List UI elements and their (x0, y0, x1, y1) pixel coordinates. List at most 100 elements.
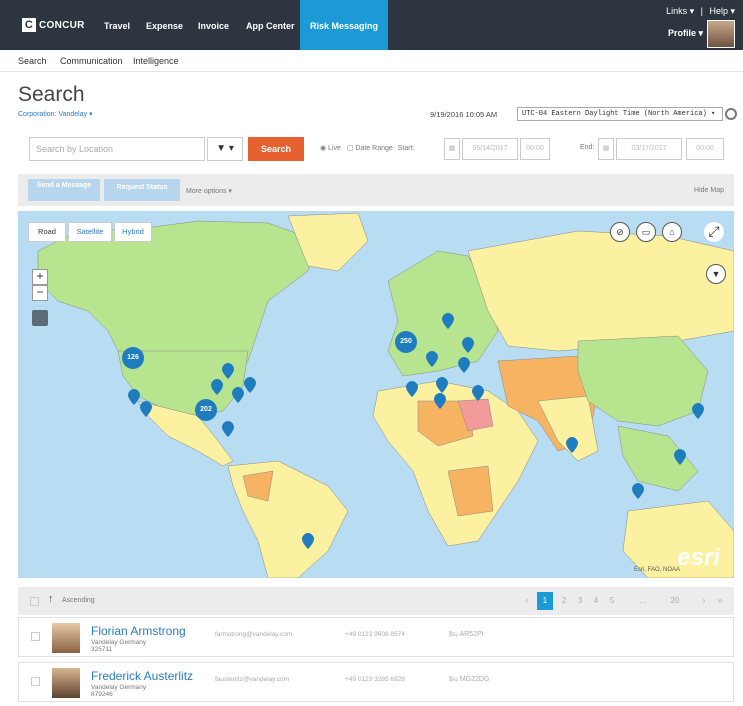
clear-select-icon[interactable]: ⌂ (662, 222, 682, 242)
user-avatar[interactable] (707, 20, 735, 48)
end-date-field[interactable]: 03/17/2017 (616, 138, 682, 160)
nav-app-center[interactable]: App Center (246, 0, 295, 50)
map-tab-road[interactable]: Road (28, 222, 66, 242)
nav-travel[interactable]: Travel (104, 0, 130, 50)
pagination-page[interactable]: 3 (573, 592, 587, 610)
location-pin-icon[interactable] (128, 389, 140, 405)
row-checkbox[interactable] (31, 677, 40, 686)
lasso-select-icon[interactable]: ⊘ (610, 222, 630, 242)
traveler-company: Vandelay Germany (91, 684, 147, 691)
end-label: End: (580, 144, 595, 151)
location-pin-icon[interactable] (566, 437, 578, 453)
traveler-company: Vandelay Germany (91, 639, 147, 646)
cluster-marker[interactable]: 250 (395, 331, 417, 353)
page-title: Search (18, 83, 85, 106)
live-radio[interactable]: ◉ Live (320, 145, 341, 152)
corporation-selector[interactable]: Corporation: Vandelay ▾ (18, 110, 93, 118)
home-icon[interactable] (32, 310, 48, 326)
traveler-email[interactable]: farmstrong@vandelay.com (215, 631, 292, 638)
traveler-email[interactable]: fausterlitz@vandelay.com (215, 676, 289, 683)
table-row[interactable]: Frederick Austerlitz Vandelay Germany 87… (18, 662, 734, 702)
location-pin-icon[interactable] (140, 401, 152, 417)
location-pin-icon[interactable] (692, 403, 704, 419)
cluster-marker[interactable]: 202 (195, 399, 217, 421)
rectangle-select-icon[interactable]: ▭ (636, 222, 656, 242)
more-options-dropdown[interactable]: More options ▾ (186, 187, 232, 195)
pagination-page[interactable]: 2 (557, 592, 571, 610)
location-pin-icon[interactable] (211, 379, 223, 395)
refresh-icon[interactable] (725, 108, 737, 120)
traveler-phone: +49 0123 9608 8574 (345, 631, 405, 638)
nav-invoice[interactable]: Invoice (198, 0, 229, 50)
pagination-page[interactable]: 4 (589, 592, 603, 610)
start-date-field[interactable]: 05/14/2017 (462, 138, 518, 160)
subnav-communication[interactable]: Communication (60, 56, 123, 66)
links-menu[interactable]: Links ▾ (666, 6, 694, 16)
end-time-field[interactable]: 00:00 (686, 138, 724, 160)
traveler-booking: 🛏 AR52PI (449, 630, 484, 638)
location-pin-icon[interactable] (434, 393, 446, 409)
zoom-in-button[interactable]: + (32, 269, 48, 285)
zoom-out-button[interactable]: − (32, 285, 48, 301)
date-range-checkbox[interactable]: ▢ Date Range (347, 145, 393, 152)
table-row[interactable]: Florian Armstrong Vandelay Germany 32571… (18, 617, 734, 657)
concur-logo-icon: C (22, 18, 36, 32)
timezone-select[interactable]: UTC-04 Eastern Daylight Time (North Amer… (517, 107, 723, 121)
map-tab-hybrid[interactable]: Hybrid (114, 222, 152, 242)
search-button[interactable]: Search (248, 137, 304, 161)
location-pin-icon[interactable] (462, 337, 474, 353)
cluster-marker[interactable]: 126 (122, 347, 144, 369)
pagination-page[interactable]: 1 (537, 592, 553, 610)
pagination-ellipsis: … (639, 596, 647, 605)
select-all-checkbox[interactable] (30, 597, 39, 606)
hotel-bed-icon: 🛏 (449, 631, 460, 638)
top-navigation: C CONCUR Travel Expense Invoice App Cent… (0, 0, 743, 50)
sort-arrow-icon[interactable]: ↑ (48, 593, 54, 605)
subnav-intelligence[interactable]: Intelligence (133, 56, 179, 66)
location-pin-icon[interactable] (244, 377, 256, 393)
subnav-search[interactable]: Search (18, 56, 47, 66)
map-filter-icon[interactable]: ▼ (706, 264, 726, 284)
location-pin-icon[interactable] (222, 421, 234, 437)
location-pin-icon[interactable] (426, 351, 438, 367)
hide-map-link[interactable]: Hide Map (694, 187, 724, 194)
location-pin-icon[interactable] (472, 385, 484, 401)
sort-order-label[interactable]: Ascending (62, 597, 95, 604)
nav-risk-messaging[interactable]: Risk Messaging (300, 0, 389, 50)
location-pin-icon[interactable] (406, 381, 418, 397)
pagination-next[interactable]: › (698, 592, 710, 610)
location-pin-icon[interactable] (674, 449, 686, 465)
traveler-meta: Vandelay Germany 325711 (91, 639, 146, 653)
pagination-page[interactable]: 20 (666, 592, 684, 610)
help-menu[interactable]: Help ▾ (709, 6, 735, 16)
pagination-last[interactable]: » (714, 592, 726, 610)
location-search-input[interactable]: Search by Location (29, 137, 205, 161)
pagination-page[interactable]: 5 (605, 592, 619, 610)
location-pin-icon[interactable] (222, 363, 234, 379)
request-status-button[interactable]: Request Status (104, 179, 180, 201)
location-pin-icon[interactable] (632, 483, 644, 499)
traveler-name[interactable]: Frederick Austerlitz (91, 669, 193, 683)
concur-logo[interactable]: C CONCUR (22, 16, 85, 34)
hotel-bed-icon: 🛏 (449, 676, 460, 683)
location-pin-icon[interactable] (458, 357, 470, 373)
send-message-button[interactable]: Send a Message (28, 179, 100, 201)
concur-logo-text: CONCUR (39, 19, 85, 31)
profile-menu[interactable]: Profile ▾ (668, 28, 703, 39)
row-checkbox[interactable] (31, 632, 40, 641)
world-map[interactable]: Road Satellite Hybrid + − ⊘ ▭ ⌂ ⤢ ▼ 126 … (18, 211, 734, 578)
start-calendar-icon[interactable]: ▦ (444, 138, 460, 160)
traveler-name[interactable]: Florian Armstrong (91, 624, 186, 638)
map-tab-satellite[interactable]: Satellite (68, 222, 112, 242)
location-pin-icon[interactable] (232, 387, 244, 403)
filter-dropdown-button[interactable]: ▼ ▾ (207, 137, 243, 161)
location-pin-icon[interactable] (436, 377, 448, 393)
location-pin-icon[interactable] (302, 533, 314, 549)
pagination-prev[interactable]: ‹ (521, 592, 533, 610)
start-label: Start: (397, 145, 415, 152)
nav-expense[interactable]: Expense (146, 0, 183, 50)
start-time-field[interactable]: 00:00 (520, 138, 550, 160)
end-calendar-icon[interactable]: ▦ (598, 138, 614, 160)
fullscreen-icon[interactable]: ⤢ (704, 222, 724, 242)
location-pin-icon[interactable] (442, 313, 454, 329)
